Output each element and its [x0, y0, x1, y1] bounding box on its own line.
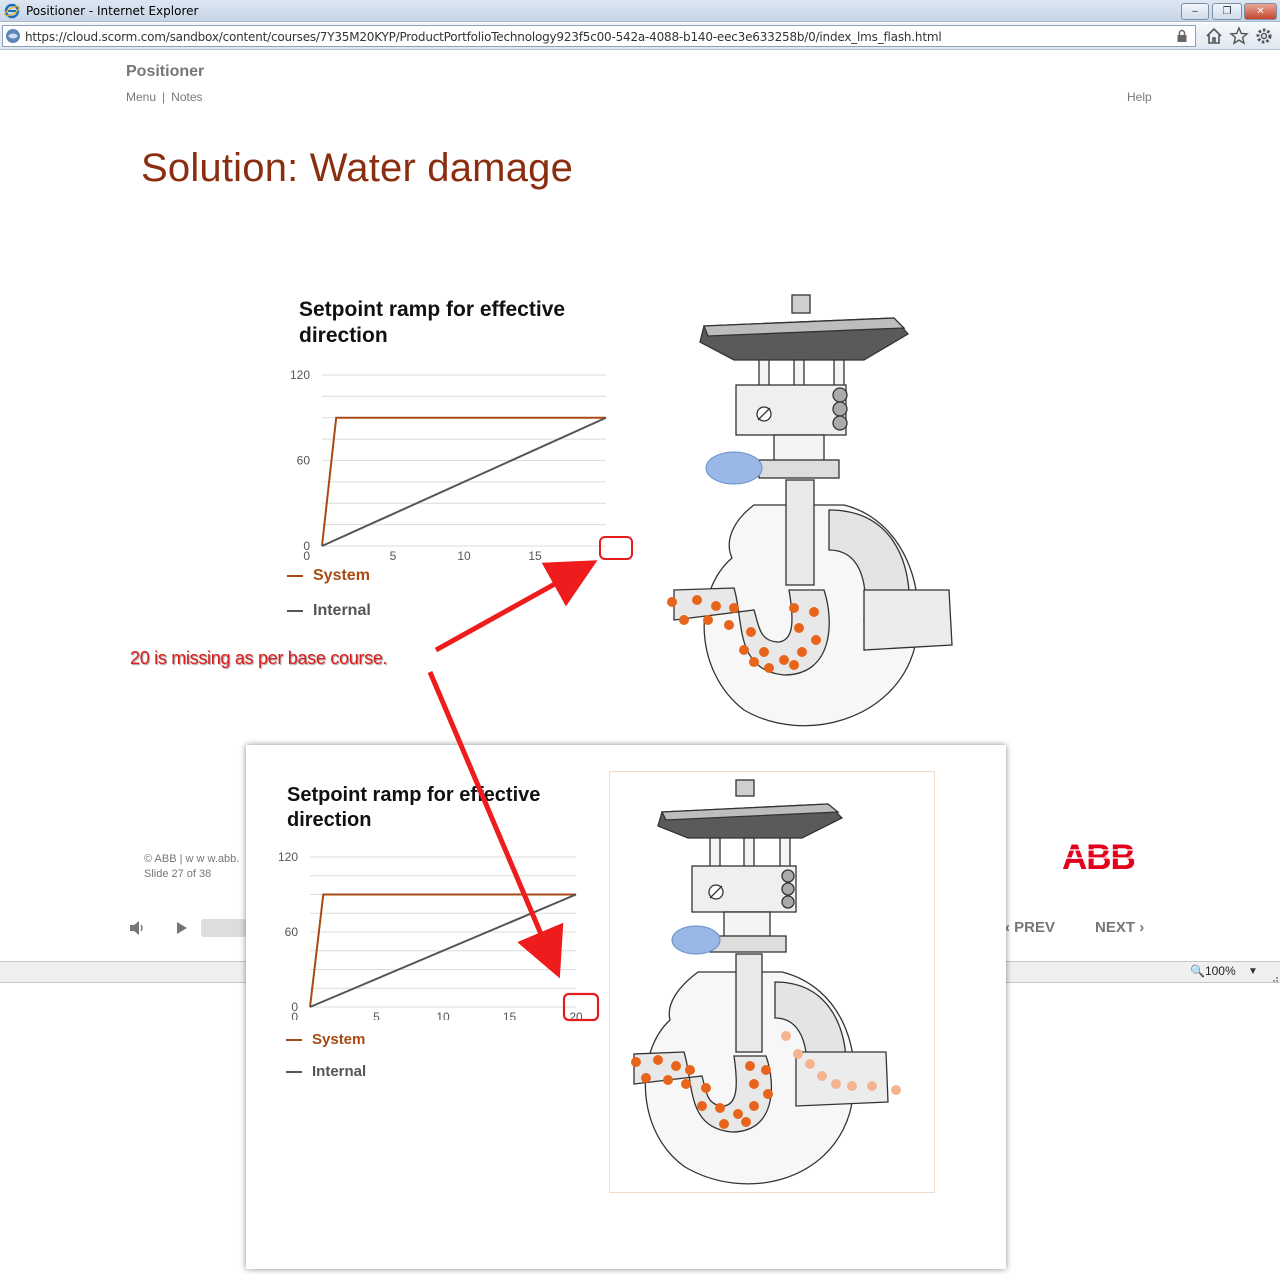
chevron-right-icon: › — [1139, 919, 1145, 936]
chart-x-tick-label: 10 — [457, 549, 471, 560]
volume-icon[interactable] — [128, 919, 146, 937]
site-icon — [6, 29, 20, 43]
legend-internal: Internal — [287, 602, 371, 620]
legend-internal-swatch — [287, 609, 303, 612]
lock-icon[interactable] — [1175, 29, 1189, 43]
ref-chart-x-tick-label: 20 — [569, 1010, 583, 1020]
play-icon[interactable] — [174, 919, 190, 937]
zoom-level: 100% — [1204, 964, 1236, 978]
ref-legend-system: System — [286, 1031, 365, 1048]
valve-positioner-illustration — [667, 294, 953, 727]
chart-title-block: Setpoint ramp for effective direction — [299, 297, 599, 349]
legend-internal-label: Internal — [313, 602, 371, 619]
abb-logo: ABB — [1062, 840, 1138, 872]
ref-chart-y-tick-label: 120 — [278, 850, 298, 864]
ref-chart-title-block: Setpoint ramp for effective direction — [287, 783, 577, 833]
url-field[interactable]: https://cloud.scorm.com/sandbox/content/… — [2, 25, 1196, 47]
ref-chart-x-tick-label: 15 — [503, 1010, 517, 1020]
ref-setpoint-ramp-chart: 0601200 5 10 15 20 — [278, 850, 583, 1020]
chart-y-tick-label: 0 — [303, 539, 310, 553]
ref-legend-system-swatch — [286, 1039, 302, 1042]
settings-gear-icon[interactable] — [1254, 26, 1274, 46]
notes-link[interactable]: Notes — [171, 90, 202, 104]
nav-separator: | — [162, 90, 166, 104]
prev-label: PREV — [1014, 919, 1056, 936]
chart-x-tick-label: 5 — [390, 549, 397, 560]
restore-button[interactable]: ❐ — [1212, 3, 1242, 20]
abb-logo-text: ABB — [1062, 840, 1135, 872]
ref-legend-internal-swatch — [286, 1071, 302, 1074]
close-window-button[interactable]: ✕ — [1244, 3, 1277, 20]
slide-counter: Slide 27 of 38 — [144, 868, 212, 880]
chart-series-line-system — [321, 416, 606, 547]
footer-copyright: © ABB | w w w.abb. Slide 27 of 38 — [144, 852, 239, 882]
arrow-to-missing-tick — [434, 560, 598, 653]
next-button[interactable]: NEXT › — [1095, 919, 1144, 936]
resize-grip-icon[interactable] — [1270, 963, 1280, 983]
chart-x-tick-label: 0 — [303, 549, 310, 560]
ref-legend-system-label: System — [312, 1031, 366, 1048]
reference-screenshot: Setpoint ramp for effective direction 0 6… — [246, 745, 1006, 1269]
next-label: NEXT — [1095, 919, 1136, 936]
course-title: Positioner — [126, 63, 205, 80]
chart-y-tick-label: 120 — [290, 368, 310, 382]
chart-x-tick-label: 15 — [528, 549, 542, 560]
top-nav: Menu | Notes — [126, 90, 203, 104]
ref-chart-x-tick-label: 5 — [373, 1010, 380, 1020]
zoom-control[interactable]: 🔍100% — [1190, 964, 1236, 978]
setpoint-ramp-chart: 0 60 120 0 5 10 15 — [290, 368, 607, 560]
zoom-dropdown-arrow-icon[interactable]: ▼ — [1248, 966, 1258, 977]
prev-button[interactable]: ‹ PREV — [1005, 919, 1055, 936]
chart-title: Setpoint ramp for effective direction — [299, 298, 566, 347]
minimize-button[interactable]: – — [1181, 3, 1209, 20]
internet-explorer-icon — [4, 3, 20, 19]
ref-legend-internal-label: Internal — [312, 1063, 367, 1080]
window-title: Positioner - Internet Explorer — [26, 4, 199, 18]
annotation-note: 20 is missing as per base course. — [130, 648, 388, 668]
slide-title: Solution: Water damage — [141, 146, 574, 190]
missing-tick-highlight-box — [599, 536, 633, 560]
legend-system: System — [287, 567, 370, 585]
legend-system-label: System — [313, 567, 370, 584]
playback-progress-bar[interactable] — [201, 919, 247, 937]
ref-legend-internal: Internal — [286, 1063, 366, 1080]
address-bar: https://cloud.scorm.com/sandbox/content/… — [0, 23, 1280, 50]
favorites-star-icon[interactable] — [1229, 26, 1249, 46]
home-icon[interactable] — [1204, 26, 1224, 46]
ref-valve-positioner-illustration — [631, 779, 901, 1185]
ref-chart-y-tick-label: 60 — [285, 925, 299, 939]
ref-illustration-frame — [609, 771, 935, 1193]
legend-system-swatch — [287, 574, 303, 577]
chart-series-line-internal — [321, 416, 607, 547]
ref-chart-x-tick-label: 0 — [291, 1010, 298, 1020]
window-titlebar: Positioner - Internet Explorer – ❐ ✕ — [0, 0, 1280, 22]
zoom-magnifier-icon: 🔍 — [1190, 964, 1205, 978]
menu-link[interactable]: Menu — [126, 90, 156, 104]
copyright-text: © ABB | w w w.abb. — [144, 853, 240, 865]
ref-chart-title: Setpoint ramp for effective direction — [287, 784, 541, 831]
help-link[interactable]: Help — [1127, 90, 1152, 104]
chart-y-tick-label: 60 — [297, 454, 311, 468]
ref-chart-x-tick-label: 10 — [436, 1010, 450, 1020]
url-text: https://cloud.scorm.com/sandbox/content/… — [25, 30, 942, 44]
